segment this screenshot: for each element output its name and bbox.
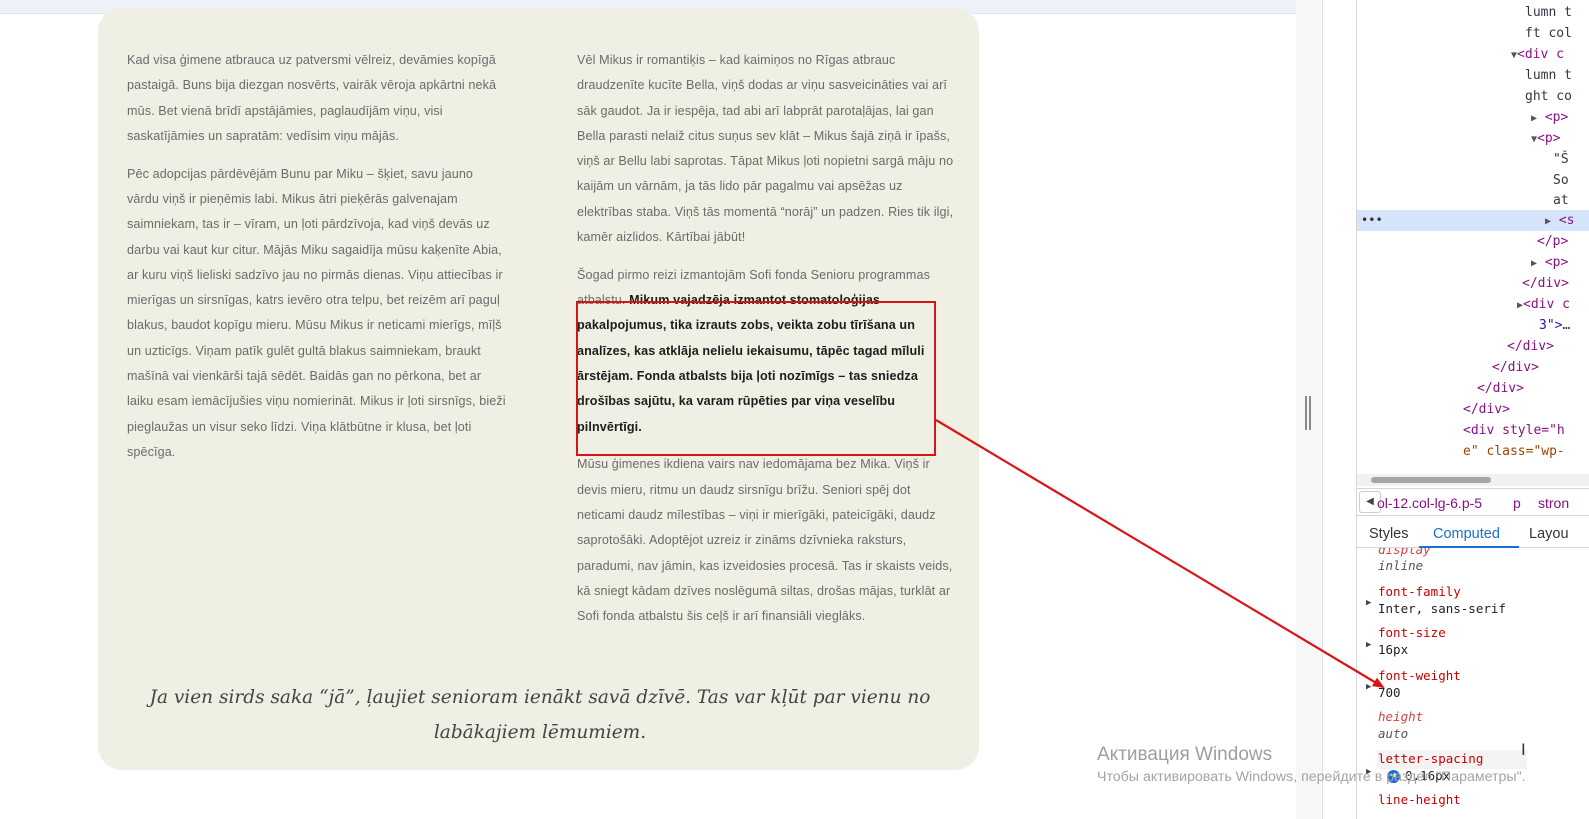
dom-node-line[interactable]: ght co <box>1525 86 1572 107</box>
story-left-column: Kad visa ģimene atbrauca uz patversmi vē… <box>127 48 507 478</box>
story-paragraph-highlighted: Šogad pirmo reizi izmantojām Sofi fonda … <box>577 263 957 440</box>
story-right-column: Vēl Mikus ir romantiķis – kad kaimiņos n… <box>577 48 957 642</box>
breadcrumb-item[interactable]: p <box>1513 495 1521 511</box>
breadcrumb-item[interactable]: ol-12.col-lg-6.p-5 <box>1377 495 1482 511</box>
tab-computed[interactable]: Computed <box>1433 526 1500 542</box>
dom-node-line[interactable]: 3">… <box>1539 315 1570 336</box>
computed-property-name[interactable]: font-family <box>1378 584 1461 599</box>
dom-node-line[interactable]: ▶<div c <box>1517 294 1570 315</box>
expand-triangle-icon[interactable]: ▶ <box>1366 598 1371 608</box>
node-actions-icon[interactable]: ••• <box>1361 210 1383 231</box>
styles-pane-tabs: Styles Computed Layou <box>1357 518 1589 548</box>
story-paragraph: Kad visa ģimene atbrauca uz patversmi vē… <box>127 53 497 143</box>
dom-node-line[interactable]: ▶ <p> <box>1531 107 1568 128</box>
tab-styles[interactable]: Styles <box>1369 526 1409 542</box>
computed-property-value: auto <box>1378 726 1409 741</box>
computed-property-value: 700 <box>1378 685 1401 700</box>
elements-tree[interactable]: ••• lumn t ft col ▼<div c lumn t ght co … <box>1357 0 1589 478</box>
dom-node-line[interactable]: <div style="h <box>1463 420 1565 441</box>
computed-property-name[interactable]: display <box>1378 548 1431 557</box>
computed-property-name[interactable]: line-height <box>1378 792 1461 807</box>
dom-node-line[interactable]: "Š <box>1553 149 1569 170</box>
computed-property-value: Inter, sans-serif <box>1378 601 1506 616</box>
collapsed-content-ellipsis-icon[interactable]: … <box>1562 318 1570 333</box>
dom-node-line[interactable]: So <box>1553 170 1569 191</box>
windows-activation-subtitle: Чтобы активировать Windows, перейдите в … <box>1097 769 1526 785</box>
dom-node-line[interactable]: at <box>1553 190 1569 211</box>
dom-node-line[interactable]: </p> <box>1537 231 1568 252</box>
computed-property-name[interactable]: letter-spacing <box>1378 751 1483 766</box>
dom-node-line[interactable]: </div> <box>1492 357 1539 378</box>
computed-property-name[interactable]: font-size <box>1378 625 1446 640</box>
computed-property-value: inline <box>1378 558 1424 573</box>
selected-strong-text[interactable]: Mikum vajadzēja izmantot stomatoloģijas … <box>577 293 924 433</box>
dom-node-line[interactable]: </div> <box>1463 399 1510 420</box>
panel-splitter[interactable] <box>1322 0 1356 819</box>
elements-horizontal-scrollbar[interactable] <box>1357 474 1589 486</box>
dom-node-line[interactable]: ▶ <p> <box>1531 252 1568 273</box>
tab-layout[interactable]: Layou <box>1529 526 1569 542</box>
collapsed-triangle-icon[interactable]: ▶ <box>1531 258 1537 269</box>
scrollbar-thumb[interactable] <box>1371 477 1491 483</box>
dom-node-line-selected[interactable]: ▶ <s <box>1545 210 1575 231</box>
dom-node-line[interactable]: ▼<p> <box>1531 128 1561 149</box>
dom-node-line[interactable]: lumn t <box>1525 65 1572 86</box>
dom-breadcrumb: ◀ ol-12.col-lg-6.p-5 p stron <box>1357 488 1589 516</box>
breadcrumb-item[interactable]: stron <box>1538 495 1569 511</box>
story-paragraph: Vēl Mikus ir romantiķis – kad kaimiņos n… <box>577 53 954 245</box>
expand-triangle-icon[interactable]: ▶ <box>1366 640 1371 650</box>
expand-triangle-icon[interactable]: ▶ <box>1366 682 1371 692</box>
screen: Kad visa ģimene atbrauca uz patversmi vē… <box>0 0 1589 819</box>
computed-property-name[interactable]: height <box>1378 709 1423 724</box>
dom-node-line[interactable]: </div> <box>1477 378 1524 399</box>
computed-property-value: 16px <box>1378 642 1409 657</box>
dom-node-line[interactable]: ft col <box>1525 23 1572 44</box>
text-cursor-icon: I <box>1521 740 1526 759</box>
dom-node-line[interactable]: </div> <box>1522 273 1569 294</box>
computed-property-name[interactable]: font-weight <box>1378 668 1461 683</box>
dom-node-line[interactable]: e" class="wp- <box>1463 441 1565 462</box>
windows-activation-title: Активация Windows <box>1097 744 1273 765</box>
dom-node-line[interactable]: </div> <box>1507 336 1554 357</box>
story-paragraph: Mūsu ģimenes ikdiena vairs nav iedomājam… <box>577 457 953 624</box>
splitter-grip-icon[interactable] <box>1305 396 1311 430</box>
dom-node-line[interactable]: ▼<div c <box>1511 44 1564 65</box>
dom-node-line[interactable]: lumn t <box>1525 2 1572 23</box>
collapsed-triangle-icon[interactable]: ▶ <box>1531 113 1537 124</box>
collapsed-triangle-icon[interactable]: ▶ <box>1545 216 1551 227</box>
pull-quote: Ja vien sirds saka “jā”, ļaujiet seniora… <box>149 687 931 743</box>
story-paragraph: Pēc adopcijas pārdēvējām Bunu par Miku –… <box>127 166 506 459</box>
devtools-panel: ••• lumn t ft col ▼<div c lumn t ght co … <box>1356 0 1589 819</box>
